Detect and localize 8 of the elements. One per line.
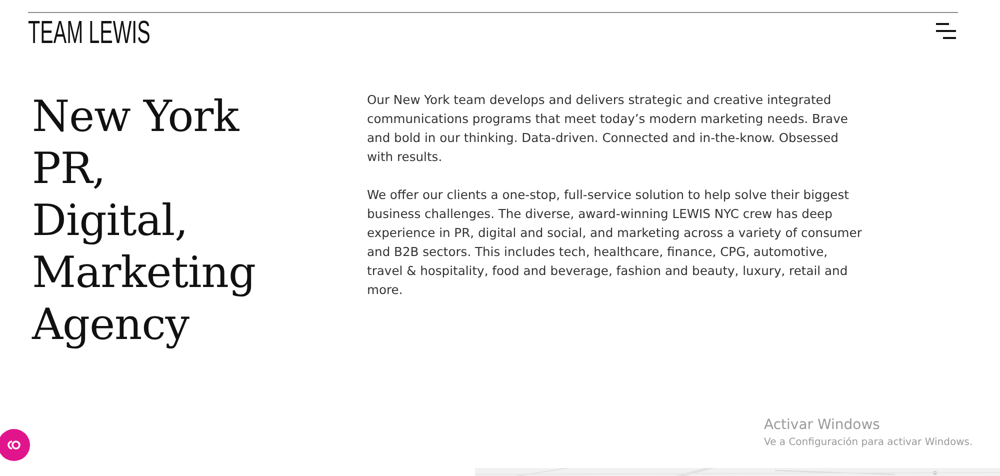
- paragraph: We offer our clients a one-stop, full-service solution to help solve their biggest business challenges. The diverse, award-winning LEWIS NYC crew has deep experience in PR, digital and social, and marketing across a variety of consumer and B2B sectors. This includes tech, healthcare, finance, CPG, automotive, travel & hospitality, food and beverage, fashion and beauty, luxury, retail and more.: [367, 187, 863, 299]
- logo[interactable]: TEAM LEWIS: [28, 15, 150, 49]
- paragraph: Our New York team develops and delivers strategic and creative integrated communications programs that meet today’s modern marketing needs. Brave and bold in our thinking. Data-driven. Connected and in-the-know. Obsessed with results.: [367, 92, 849, 166]
- chat-icon[interactable]: [0, 429, 30, 461]
- menu-icon[interactable]: [934, 22, 958, 40]
- page-heading: New York PR, Digital, Marketing Agency: [32, 91, 256, 351]
- activation-text: Ve a Configuración para activar Windows.: [764, 436, 973, 450]
- activation-title: Activar Windows: [764, 416, 881, 434]
